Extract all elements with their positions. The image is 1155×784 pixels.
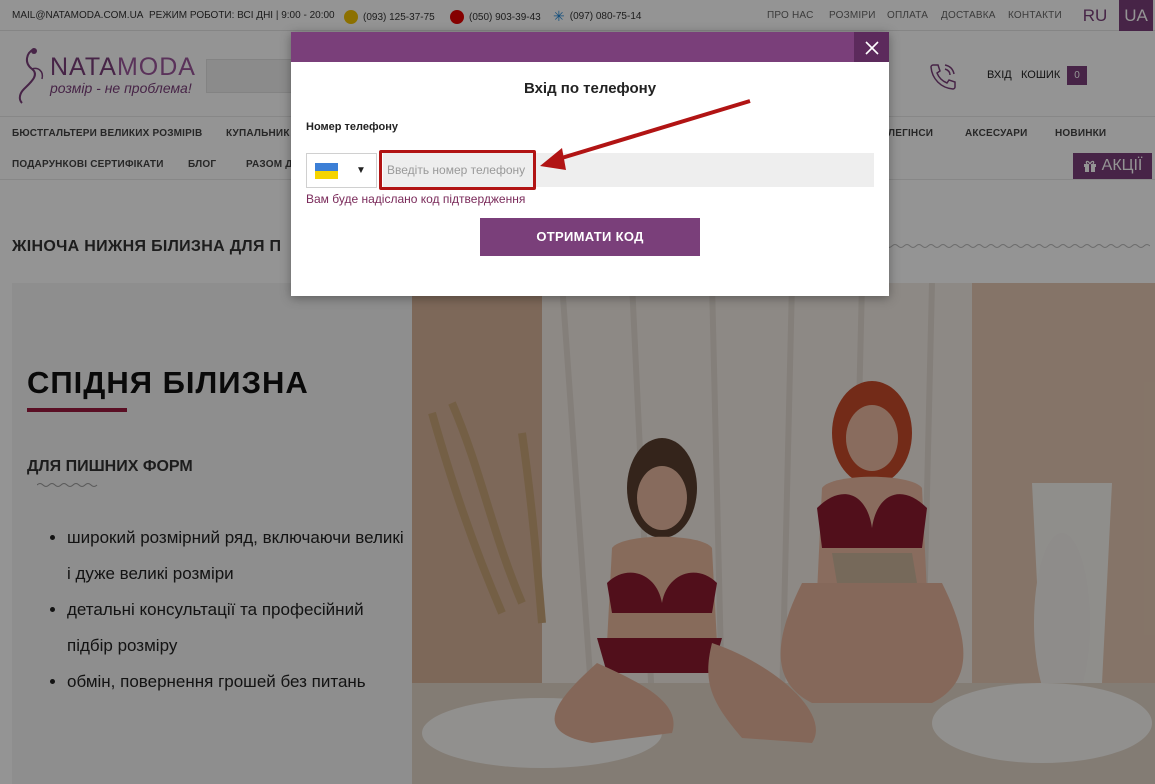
annotation-highlight-box [379,150,536,190]
country-code-select[interactable]: ▼ [306,153,377,188]
modal-title: Вхід по телефону [523,80,657,97]
close-button[interactable] [854,32,889,62]
close-icon [864,41,879,55]
ukraine-flag-icon [315,162,338,179]
get-code-button[interactable]: ОТРИМАТИ КОД [480,218,700,256]
phone-field-label: Номер телефону [306,121,398,133]
modal-header-bar [291,32,889,62]
chevron-down-icon: ▼ [356,165,366,176]
phone-login-modal: Вхід по телефону Номер телефону ▼ Вам бу… [291,32,889,296]
confirmation-hint: Вам буде надіслано код підтвердження [306,192,526,206]
